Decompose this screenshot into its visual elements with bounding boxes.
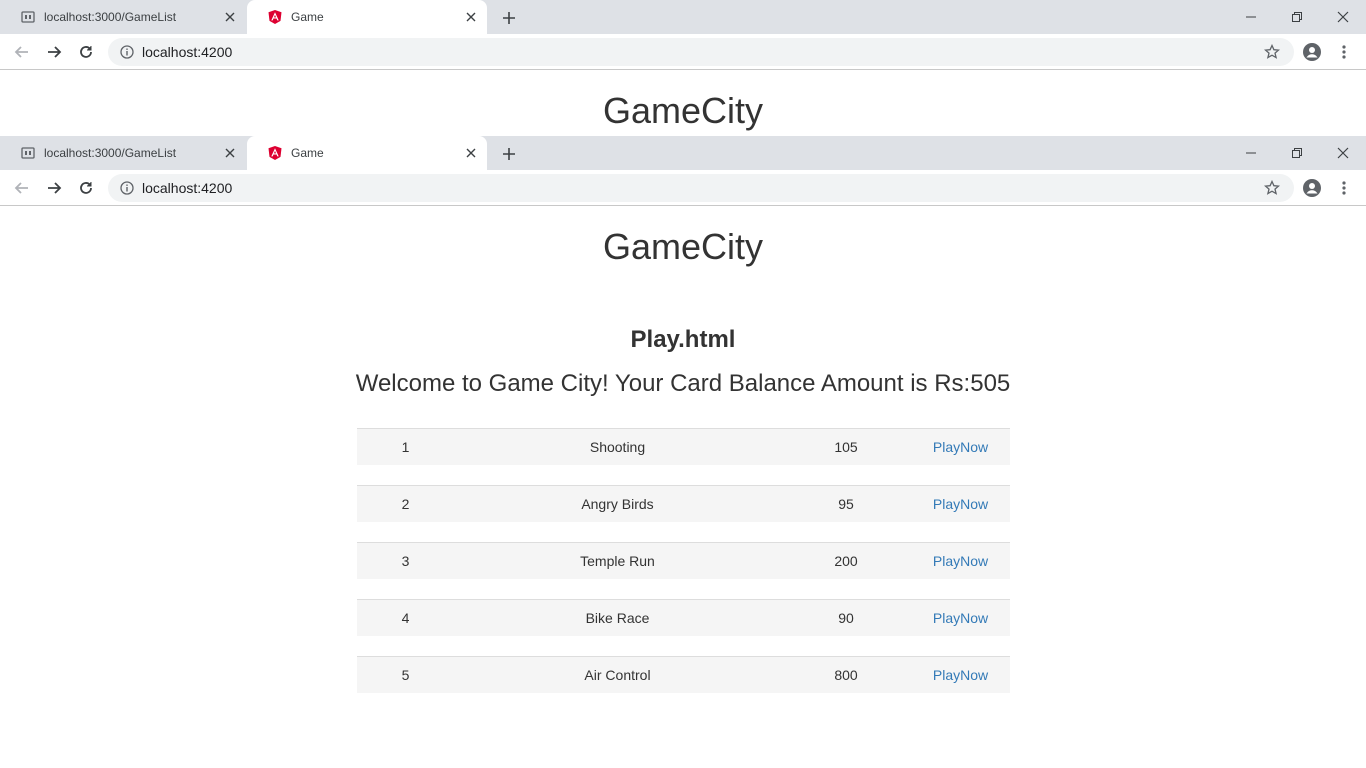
- more-menu-icon[interactable]: [1334, 42, 1354, 62]
- restore-icon[interactable]: [1274, 0, 1320, 34]
- browser-toolbar: localhost:4200: [0, 170, 1366, 206]
- play-now-link[interactable]: PlayNow: [911, 553, 1010, 569]
- page-icon: [20, 145, 36, 161]
- tab-title: localhost:3000/GameList: [44, 146, 177, 160]
- bookmark-star-icon[interactable]: [1262, 42, 1282, 62]
- tab-strip: localhost:3000/GameList Game: [0, 0, 1366, 34]
- browser-chrome-top: localhost:3000/GameList Game localhost:4…: [0, 0, 1366, 70]
- url-text: localhost:4200: [142, 180, 233, 196]
- reload-icon[interactable]: [74, 40, 98, 64]
- tab-title: Game: [291, 146, 324, 160]
- close-tab-icon[interactable]: [463, 145, 479, 161]
- table-row: 1 Shooting 105 PlayNow: [357, 428, 1010, 465]
- tab-title: Game: [291, 10, 324, 24]
- restore-icon[interactable]: [1274, 136, 1320, 170]
- more-menu-icon[interactable]: [1334, 178, 1354, 198]
- close-tab-icon[interactable]: [222, 9, 238, 25]
- tab-game[interactable]: Game: [247, 136, 487, 170]
- play-now-link[interactable]: PlayNow: [911, 496, 1010, 512]
- url-text: localhost:4200: [142, 44, 233, 60]
- new-tab-icon[interactable]: [498, 143, 520, 165]
- back-arrow-icon[interactable]: [10, 176, 34, 200]
- brand-title: GameCity: [602, 226, 764, 267]
- info-icon[interactable]: [120, 45, 134, 59]
- game-id: 3: [401, 553, 410, 569]
- play-now-link[interactable]: PlayNow: [911, 610, 1010, 626]
- minimize-icon[interactable]: [1228, 136, 1274, 170]
- game-price: 90: [838, 610, 854, 626]
- play-now-link[interactable]: PlayNow: [911, 667, 1010, 683]
- tab-strip: localhost:3000/GameList Game: [0, 136, 1366, 170]
- new-tab-icon[interactable]: [498, 7, 520, 29]
- game-name: Temple Run: [580, 553, 655, 569]
- bookmark-star-icon[interactable]: [1262, 178, 1282, 198]
- reload-icon[interactable]: [74, 176, 98, 200]
- close-window-icon[interactable]: [1320, 0, 1366, 34]
- game-price: 200: [834, 553, 858, 569]
- forward-arrow-icon[interactable]: [42, 40, 66, 64]
- game-id: 2: [401, 496, 410, 512]
- game-name: Bike Race: [585, 610, 650, 626]
- tab-gamelist[interactable]: localhost:3000/GameList: [0, 0, 246, 34]
- page-icon: [20, 9, 36, 25]
- close-tab-icon[interactable]: [463, 9, 479, 25]
- minimize-icon[interactable]: [1228, 0, 1274, 34]
- close-tab-icon[interactable]: [222, 145, 238, 161]
- table-row: 5 Air Control 800 PlayNow: [357, 656, 1010, 693]
- table-row: 2 Angry Birds 95 PlayNow: [357, 485, 1010, 522]
- table-row: 4 Bike Race 90 PlayNow: [357, 599, 1010, 636]
- game-id: 5: [401, 667, 410, 683]
- game-name: Shooting: [589, 439, 646, 455]
- welcome-message: Welcome to Game City! Your Card Balance …: [355, 370, 1011, 397]
- angular-icon: [267, 145, 283, 161]
- game-name: Angry Birds: [581, 496, 654, 512]
- game-id: 1: [401, 439, 410, 455]
- game-price: 105: [834, 439, 858, 455]
- game-name: Air Control: [584, 667, 651, 683]
- address-bar[interactable]: localhost:4200: [108, 38, 1294, 66]
- info-icon[interactable]: [120, 181, 134, 195]
- table-row: 3 Temple Run 200 PlayNow: [357, 542, 1010, 579]
- game-id: 4: [401, 610, 410, 626]
- tab-title: localhost:3000/GameList: [44, 10, 177, 24]
- browser-chrome: localhost:3000/GameList Game localhost:4…: [0, 136, 1366, 206]
- game-price: 95: [838, 496, 854, 512]
- profile-icon[interactable]: [1302, 178, 1322, 198]
- tab-game[interactable]: Game: [247, 0, 487, 34]
- games-table: 1 Shooting 105 PlayNow 2 Angry Birds 95 …: [357, 428, 1010, 713]
- close-window-icon[interactable]: [1320, 136, 1366, 170]
- brand-title: GameCity: [602, 90, 764, 131]
- address-bar[interactable]: localhost:4200: [108, 174, 1294, 202]
- forward-arrow-icon[interactable]: [42, 176, 66, 200]
- angular-icon: [267, 9, 283, 25]
- browser-toolbar: localhost:4200: [0, 34, 1366, 70]
- game-price: 800: [834, 667, 858, 683]
- page-heading: Play.html: [630, 326, 736, 353]
- profile-icon[interactable]: [1302, 42, 1322, 62]
- tab-gamelist[interactable]: localhost:3000/GameList: [0, 136, 246, 170]
- back-arrow-icon[interactable]: [10, 40, 34, 64]
- play-now-link[interactable]: PlayNow: [911, 439, 1010, 455]
